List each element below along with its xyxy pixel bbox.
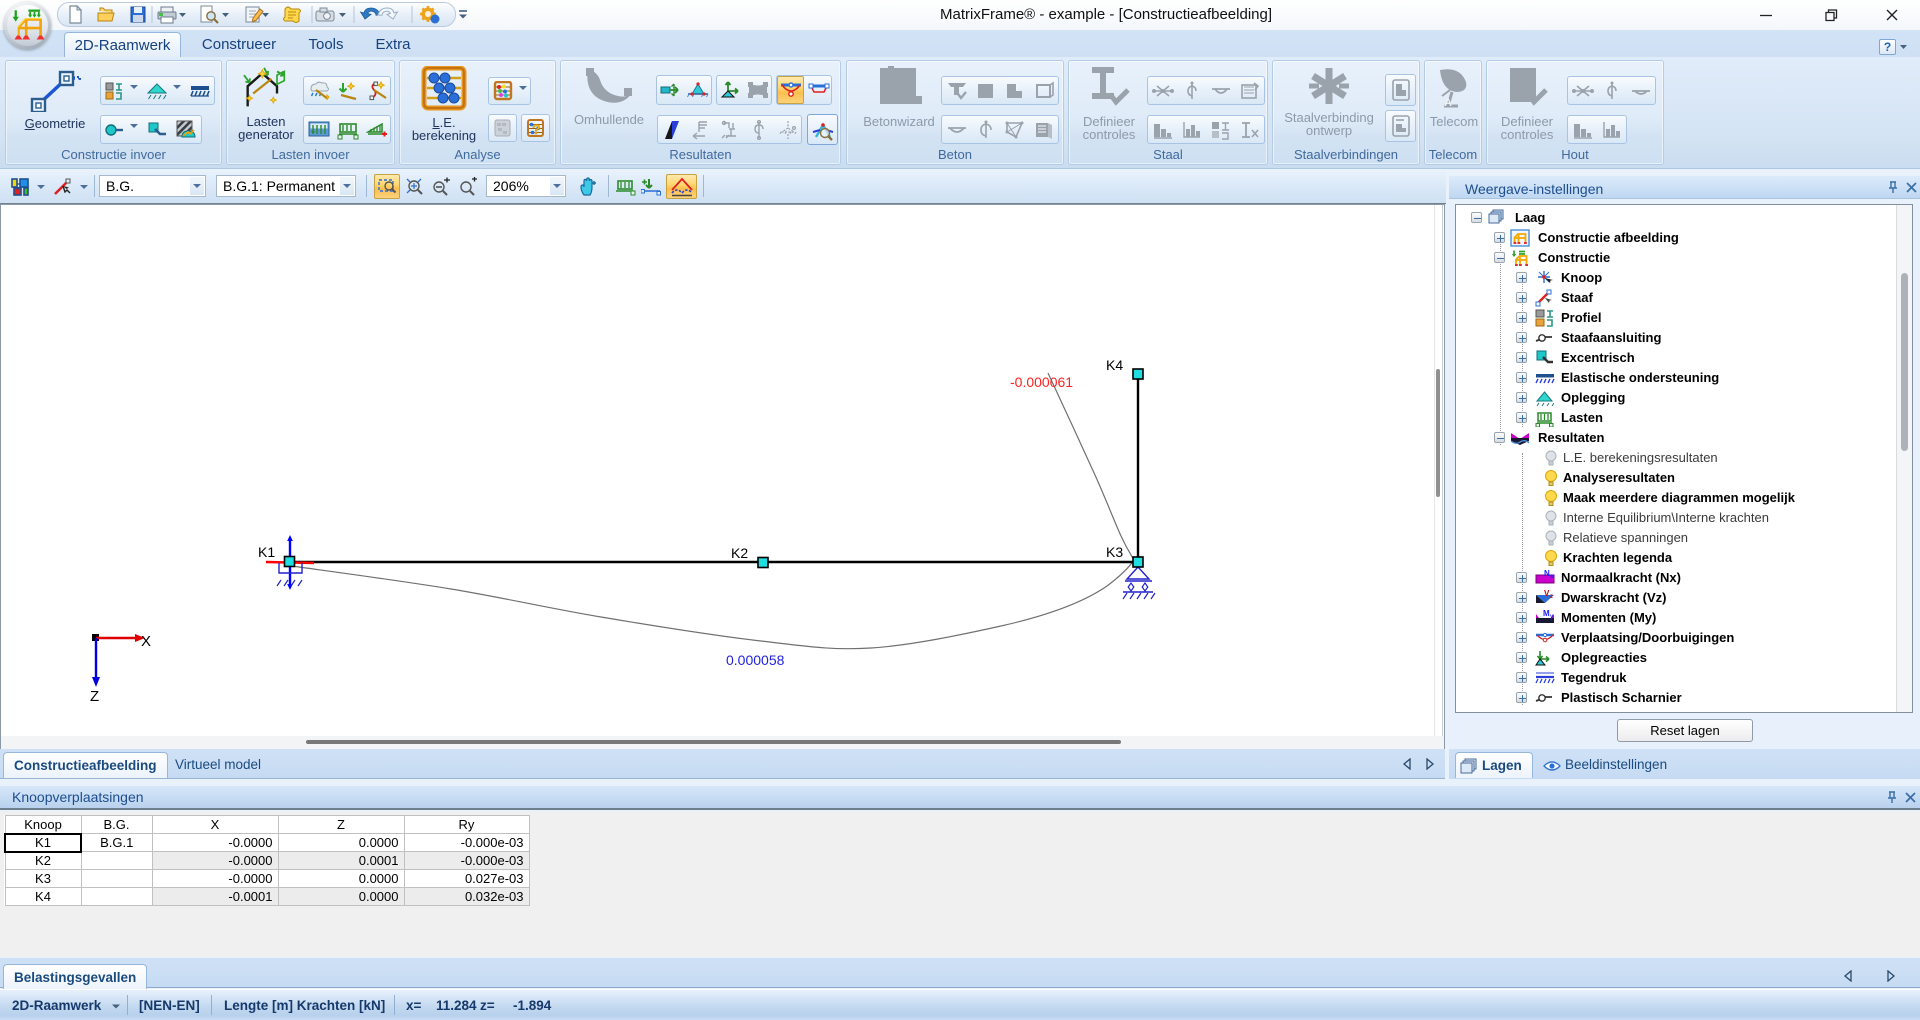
svg-text:0.000058: 0.000058: [726, 652, 785, 668]
svg-text:z: z: [1550, 594, 1553, 600]
svg-text:K4: K4: [1106, 357, 1123, 373]
svg-text:?: ?: [532, 121, 541, 137]
svg-text:K2: K2: [731, 545, 748, 561]
svg-text:Z: Z: [90, 688, 99, 705]
svg-text:A: A: [1444, 97, 1452, 109]
svg-text:-0.000061: -0.000061: [1010, 374, 1073, 390]
svg-text:K1: K1: [258, 544, 275, 560]
svg-text:M: M: [1543, 609, 1550, 618]
svg-text:K3: K3: [1106, 544, 1123, 560]
svg-text:X: X: [141, 633, 151, 650]
